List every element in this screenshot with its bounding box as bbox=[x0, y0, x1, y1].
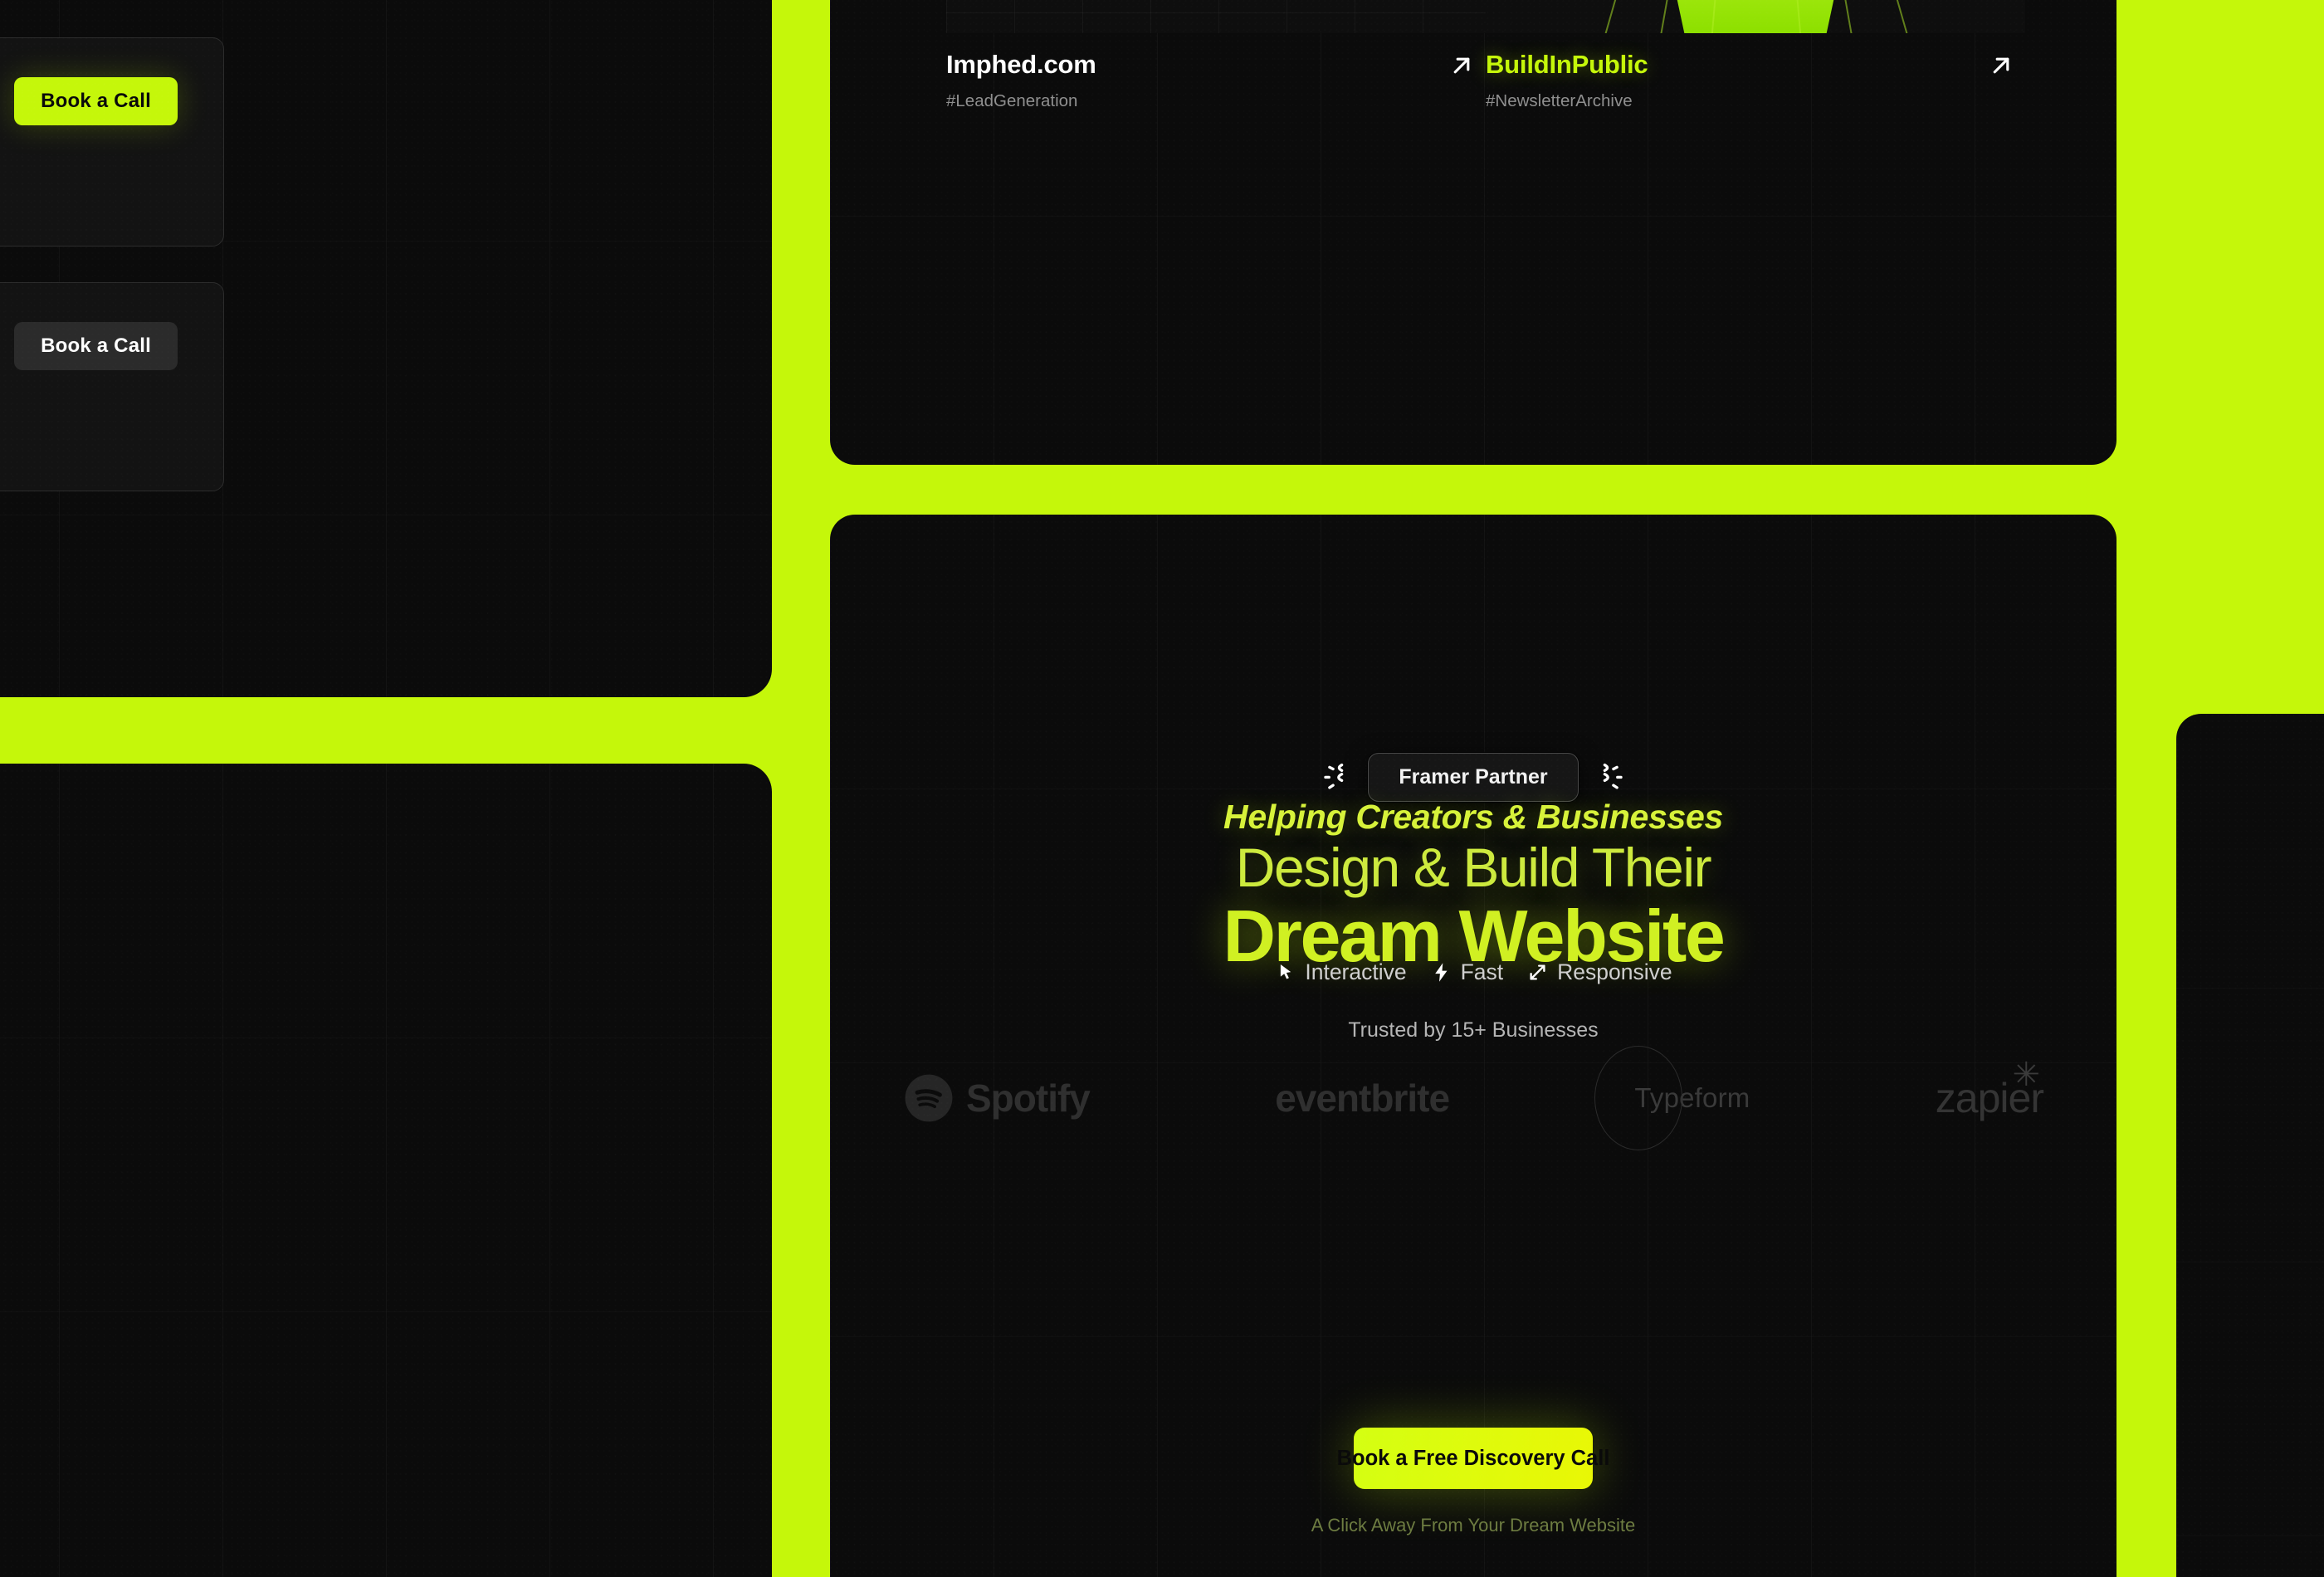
hero-headline-line2: Design & Build Their bbox=[1235, 837, 1712, 898]
hero-feature-fast: Fast bbox=[1430, 959, 1504, 985]
project-card-imphed[interactable]: YouTube Channel Live from Zero to $10,00… bbox=[946, 0, 1486, 111]
hero-feature-label: Fast bbox=[1460, 959, 1504, 984]
hero-feature-responsive: Responsive bbox=[1526, 959, 1672, 985]
artwork-beam bbox=[1648, 0, 1863, 33]
cursor-click-icon bbox=[1281, 964, 1291, 979]
client-logo-row: Spotify eventbrite Typeform zapier ✳ bbox=[830, 1046, 2116, 1150]
project-thumbnail-imphed: YouTube Channel Live from Zero to $10,00… bbox=[946, 0, 1486, 33]
logo-zapier: zapier ✳ bbox=[1936, 1057, 2044, 1122]
logo-eventbrite: eventbrite bbox=[1275, 1076, 1450, 1120]
hero-feature-label: Responsive bbox=[1557, 959, 1672, 984]
logo-typeform: Typeform bbox=[1594, 1046, 1750, 1150]
thumb-artwork bbox=[1575, 0, 1936, 33]
screenshot-root: ok a Free Discovery Book a Call om any M… bbox=[0, 0, 2324, 1577]
thumbnail-grid bbox=[946, 0, 1486, 33]
sparkle-right-icon bbox=[1603, 763, 1623, 789]
hero-panel: Framer Partner Helping Creators & Busine… bbox=[830, 515, 2116, 1577]
booking-card-primary[interactable]: ok a Free Discovery Book a Call bbox=[0, 37, 224, 247]
spotify-icon bbox=[905, 1074, 953, 1122]
zapier-asterisk-icon: ✳ bbox=[2012, 1057, 2040, 1093]
hero-cta-subtext: A Click Away From Your Dream Website bbox=[1311, 1515, 1636, 1536]
project-meta-imphed: Imphed.com #LeadGeneration bbox=[946, 33, 1486, 111]
hero-book-discovery-call-button[interactable]: Book a Free Discovery Call bbox=[1337, 1428, 1609, 1489]
framer-partner-badge: Framer Partner bbox=[1368, 753, 1579, 802]
project-open-arrow-icon[interactable] bbox=[1987, 51, 2015, 80]
projects-panel: YouTube Channel Live from Zero to $10,00… bbox=[830, 0, 2116, 465]
hero-feature-row: Interactive Fast Responsive bbox=[830, 959, 2116, 985]
logo-label: eventbrite bbox=[1275, 1077, 1450, 1120]
project-open-arrow-icon[interactable] bbox=[1448, 51, 1476, 80]
resize-arrows-icon bbox=[1530, 964, 1545, 980]
book-a-call-button-secondary[interactable]: Book a Call bbox=[14, 322, 178, 370]
hero-trusted-text: Trusted by 15+ Businesses bbox=[1348, 1018, 1599, 1042]
left-top-panel: ok a Free Discovery Book a Call om any M… bbox=[0, 0, 772, 697]
framer-partner-badge-row: Framer Partner bbox=[830, 753, 2116, 802]
project-tag: #NewsletterArchive bbox=[1486, 91, 1633, 110]
project-meta-buildinpublic: BuildInPublic #NewsletterArchive bbox=[1486, 33, 2025, 111]
project-title: BuildInPublic bbox=[1486, 50, 1648, 79]
booking-card-secondary[interactable]: om any Marketplace and we'll take it Boo… bbox=[0, 282, 224, 491]
hero-headline-line1: Helping Creators & Businesses bbox=[1223, 798, 1723, 836]
project-title: Imphed.com bbox=[946, 50, 1096, 79]
left-bottom-panel: Made with Framer uilding in Framer o Pub… bbox=[0, 764, 772, 1577]
hero-feature-interactive: Interactive bbox=[1274, 959, 1407, 985]
book-a-call-button-primary[interactable]: Book a Call bbox=[14, 77, 178, 125]
right-edge-panel bbox=[2176, 714, 2324, 1577]
logo-spotify: Spotify bbox=[903, 1072, 1091, 1124]
logo-label: Spotify bbox=[966, 1077, 1091, 1120]
project-card-buildinpublic[interactable]: Join the newsletter name@mail.com Subscr… bbox=[1486, 0, 2025, 111]
project-tag: #LeadGeneration bbox=[946, 91, 1078, 110]
sparkle-left-icon bbox=[1324, 763, 1344, 789]
hero-feature-label: Interactive bbox=[1305, 959, 1407, 984]
project-thumbnail-buildinpublic: Join the newsletter name@mail.com Subscr… bbox=[1486, 0, 2025, 33]
lightning-bolt-icon bbox=[1434, 963, 1448, 982]
typeform-ring-icon bbox=[1594, 1046, 1683, 1150]
